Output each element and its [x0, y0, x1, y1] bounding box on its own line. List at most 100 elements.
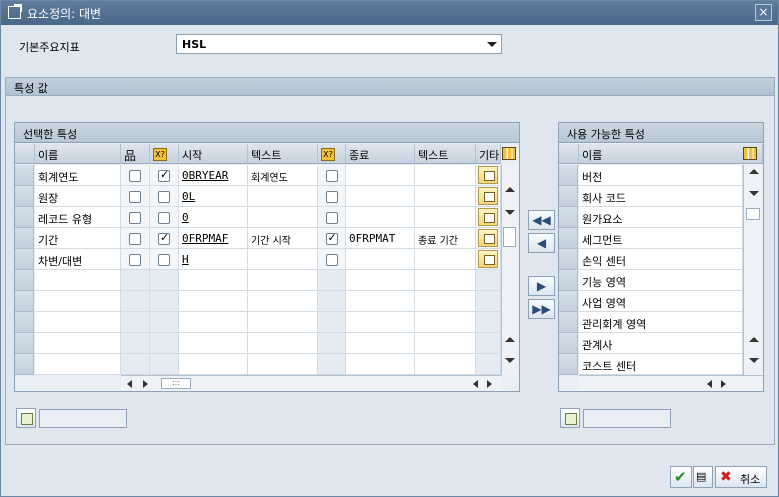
row-checkbox[interactable]	[129, 170, 141, 182]
select-all-header[interactable]	[15, 144, 35, 164]
row-selector[interactable]	[559, 270, 578, 291]
row-checkbox[interactable]	[158, 212, 170, 224]
from-value-link[interactable]: H	[182, 253, 189, 266]
value-selection-button[interactable]	[478, 229, 498, 247]
scroll-thumb[interactable]	[746, 208, 760, 220]
from-value-link[interactable]: 0L	[182, 190, 195, 203]
select-all-header[interactable]	[559, 144, 579, 164]
row-selector[interactable]	[559, 249, 578, 270]
column-header[interactable]: 이름	[579, 144, 763, 164]
key-figure-select[interactable]: HSL	[176, 34, 502, 54]
row-selector[interactable]	[15, 165, 34, 186]
value-selection-button[interactable]	[478, 187, 498, 205]
list-item[interactable]: 관계사	[579, 333, 743, 354]
row-selector[interactable]	[559, 312, 578, 333]
scroll-up-icon[interactable]	[749, 169, 759, 174]
column-header[interactable]: 이름	[35, 144, 121, 164]
row-selector[interactable]	[559, 333, 578, 354]
row-selector[interactable]	[15, 333, 34, 354]
scroll-up-icon[interactable]	[505, 187, 515, 192]
row-selector[interactable]	[15, 228, 34, 249]
glasses-button[interactable]: ▤	[693, 466, 713, 488]
column-header[interactable]: 텍스트	[248, 144, 318, 164]
row-selector[interactable]	[559, 207, 578, 228]
scroll-left-icon[interactable]	[473, 380, 478, 388]
row-checkbox[interactable]	[129, 254, 141, 266]
row-selector[interactable]	[15, 186, 34, 207]
vertical-scrollbar[interactable]	[501, 165, 517, 375]
value-selection-button[interactable]	[478, 208, 498, 226]
chevron-down-icon[interactable]	[487, 42, 497, 47]
row-checkbox[interactable]	[129, 233, 141, 245]
column-header[interactable]: 시작	[179, 144, 248, 164]
scroll-down-icon[interactable]	[505, 358, 515, 363]
confirm-button[interactable]: ✔	[670, 466, 692, 488]
row-checkbox[interactable]	[158, 231, 170, 245]
scroll-left-icon[interactable]	[127, 380, 132, 388]
available-search-button[interactable]	[560, 408, 580, 428]
row-selector[interactable]	[559, 165, 578, 186]
scroll-right-icon[interactable]	[721, 380, 726, 388]
scroll-thumb[interactable]	[503, 227, 516, 247]
row-checkbox[interactable]	[325, 170, 338, 182]
scroll-up-icon[interactable]	[505, 337, 515, 342]
row-checkbox[interactable]	[129, 212, 141, 224]
list-item[interactable]: 회사 코드	[579, 186, 743, 207]
move-right-button[interactable]: ▶	[528, 276, 555, 296]
column-header[interactable]: 종료	[346, 144, 415, 164]
scroll-right-icon[interactable]	[487, 380, 492, 388]
from-value-link[interactable]: 0	[182, 211, 189, 224]
scroll-right-icon[interactable]	[143, 380, 148, 388]
list-item[interactable]: 기능 영역	[579, 270, 743, 291]
row-selector[interactable]	[559, 228, 578, 249]
column-header[interactable]: 텍스트	[415, 144, 476, 164]
move-all-left-button[interactable]: ◀◀	[528, 210, 555, 230]
column-header[interactable]: X?	[318, 144, 346, 164]
row-checkbox[interactable]	[158, 191, 170, 203]
column-header[interactable]: 기타	[476, 144, 501, 164]
row-checkbox[interactable]	[325, 191, 338, 203]
row-checkbox[interactable]	[325, 212, 338, 224]
list-item[interactable]: 사업 영역	[579, 291, 743, 312]
list-item[interactable]: 손익 센터	[579, 249, 743, 270]
row-selector[interactable]	[15, 354, 34, 375]
scroll-down-icon[interactable]	[749, 358, 759, 363]
row-checkbox[interactable]	[158, 254, 170, 266]
move-left-button[interactable]: ◀	[528, 233, 555, 253]
selected-search-input[interactable]	[39, 409, 127, 428]
close-button[interactable]: ×	[755, 4, 772, 21]
horizontal-scrollbar[interactable]: :::	[121, 375, 501, 391]
scroll-left-icon[interactable]	[707, 380, 712, 388]
scroll-thumb[interactable]: :::	[161, 378, 191, 389]
from-value-link[interactable]: 0FRPMAF	[182, 232, 228, 245]
from-value-link[interactable]: 0BRYEAR	[182, 169, 228, 182]
row-selector[interactable]	[559, 354, 578, 375]
row-selector[interactable]	[15, 249, 34, 270]
column-header[interactable]: 品	[121, 144, 150, 164]
move-all-right-button[interactable]: ▶▶	[528, 299, 555, 319]
vertical-scrollbar[interactable]	[743, 165, 763, 375]
value-selection-button[interactable]	[478, 166, 498, 184]
cancel-button[interactable]: ✖ 취소	[715, 466, 767, 488]
row-selector[interactable]	[15, 270, 34, 291]
list-item[interactable]: 버전	[579, 165, 743, 186]
list-item[interactable]: 원가요소	[579, 207, 743, 228]
row-selector[interactable]	[15, 312, 34, 333]
selected-search-button[interactable]	[16, 408, 36, 428]
column-settings-icon[interactable]	[743, 147, 757, 160]
row-checkbox[interactable]	[325, 254, 338, 266]
scroll-down-icon[interactable]	[505, 210, 515, 215]
horizontal-scrollbar[interactable]	[579, 375, 763, 391]
list-item[interactable]: 세그먼트	[579, 228, 743, 249]
row-checkbox[interactable]	[129, 191, 141, 203]
scroll-down-icon[interactable]	[749, 191, 759, 196]
list-item[interactable]: 코스트 센터	[579, 354, 743, 375]
column-header[interactable]: X?	[150, 144, 179, 164]
row-selector[interactable]	[559, 291, 578, 312]
available-search-input[interactable]	[583, 409, 671, 428]
scroll-up-icon[interactable]	[749, 337, 759, 342]
column-settings-icon[interactable]	[502, 147, 516, 160]
row-checkbox[interactable]	[325, 231, 338, 245]
value-selection-button[interactable]	[478, 250, 498, 268]
row-selector[interactable]	[15, 207, 34, 228]
